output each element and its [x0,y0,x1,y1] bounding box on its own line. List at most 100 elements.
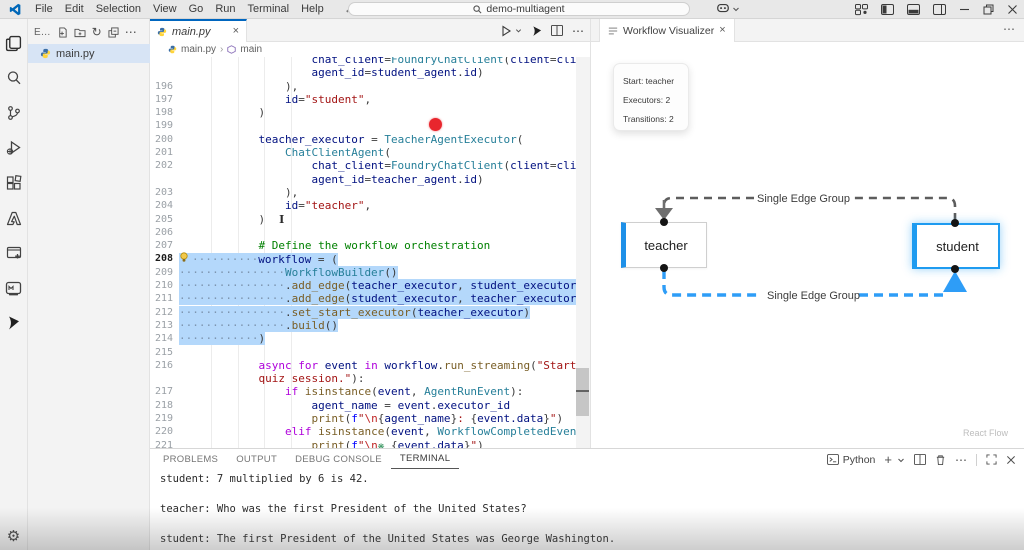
line-number[interactable]: 208 [150,252,179,265]
menu-selection[interactable]: Selection [90,0,147,19]
split-terminal-icon[interactable] [914,454,926,465]
menu-go[interactable]: Go [183,0,210,19]
customize-layout-icon[interactable] [855,4,868,15]
code-line-200[interactable]: 200 teacher_executor = TeacherAgentExecu… [150,133,576,146]
line-number[interactable]: 202 [150,159,179,172]
more-actions-icon[interactable]: ⋯ [125,25,137,39]
code-line-215[interactable]: 215 [150,346,576,359]
code-line-203[interactable]: 203 ), [150,186,576,199]
azure-icon[interactable] [0,204,27,232]
terminal-dropdown-icon[interactable] [897,456,905,464]
edge-label-top[interactable]: Single Edge Group [757,193,850,205]
close-icon[interactable] [1007,4,1018,15]
line-number[interactable]: 206 [150,226,179,239]
new-folder-icon[interactable] [74,27,86,38]
settings-gear-icon[interactable]: ⚙ [0,524,27,548]
line-number[interactable]: 203 [150,186,179,199]
code-line-206[interactable]: 206 [150,226,576,239]
new-file-icon[interactable] [57,27,68,38]
minimize-icon[interactable] [959,4,970,15]
menu-view[interactable]: View [147,0,183,19]
code-line-199[interactable]: 199 [150,119,576,132]
code-line-211[interactable]: 211················.add_edge(student_exe… [150,292,576,305]
restore-icon[interactable] [983,4,994,15]
menu-terminal[interactable]: Terminal [242,0,296,19]
line-number[interactable]: 210 [150,279,179,292]
lightbulb-icon[interactable] [179,252,192,266]
line-number[interactable] [150,66,179,79]
code-line-201[interactable]: 201 ChatClientAgent( [150,146,576,159]
handle-student-bottom[interactable] [951,265,959,273]
code-line-198[interactable]: 198 ) [150,106,576,119]
copilot-chat-icon[interactable] [531,25,542,37]
line-number[interactable] [150,57,179,66]
line-number[interactable]: 217 [150,385,179,398]
code-line-wrap[interactable]: agent_id=student_agent.id) [150,66,576,79]
line-number[interactable]: 204 [150,199,179,212]
code-line-221[interactable]: 221 print(f"\n❋ {event.data}") [150,439,576,448]
code-line-wrap[interactable]: chat_client=FoundryChatClient(client=cli… [150,57,576,66]
line-number[interactable]: 199 [150,119,179,132]
command-center-search[interactable]: demo-multiagent [348,2,690,16]
code-line-219[interactable]: 219 print(f"\n{agent_name}: {event.data}… [150,412,576,425]
menu-edit[interactable]: Edit [59,0,90,19]
new-terminal-icon[interactable]: + [884,452,892,467]
code-line-wrap[interactable]: quiz session."): [150,372,576,385]
line-number[interactable]: 211 [150,292,179,305]
line-number[interactable] [150,372,179,385]
line-number[interactable]: 198 [150,106,179,119]
more-actions-icon[interactable]: ⋯ [572,24,584,38]
extensions-icon[interactable] [0,169,27,197]
code-line-210[interactable]: 210················.add_edge(teacher_exe… [150,279,576,292]
panel-tab-problems[interactable]: PROBLEMS [154,450,227,469]
code-line-205[interactable]: 205 )I [150,213,576,226]
handle-teacher-top[interactable] [660,218,668,226]
terminal-shell-selector[interactable]: Python [827,454,876,466]
code-editor[interactable]: chat_client=FoundryChatClient(client=cli… [150,57,576,448]
copilot-chat-icon[interactable] [0,309,27,337]
code-line-214[interactable]: 214············) [150,332,576,345]
line-number[interactable]: 213 [150,319,179,332]
code-line-202[interactable]: 202 chat_client=FoundryChatClient(client… [150,159,576,172]
code-line-197[interactable]: 197 id="student", [150,93,576,106]
menu-run[interactable]: Run [209,0,241,19]
refresh-icon[interactable]: ↻ [92,25,102,39]
handle-teacher-bottom[interactable] [660,264,668,272]
remote-explorer-icon[interactable] [0,239,27,267]
line-number[interactable]: 207 [150,239,179,252]
maximize-panel-icon[interactable] [986,454,997,465]
line-number[interactable]: 196 [150,80,179,93]
line-number[interactable]: 220 [150,425,179,438]
line-number[interactable]: 200 [150,133,179,146]
tab-main-py[interactable]: main.py × [150,19,247,42]
code-line-220[interactable]: 220 elif isinstance(event, WorkflowCompl… [150,425,576,438]
menu-help[interactable]: Help [295,0,330,19]
menu-file[interactable]: File [29,0,59,19]
code-line-213[interactable]: 213················.build() [150,319,576,332]
breadcrumb-symbol[interactable]: main [240,44,262,55]
more-actions-icon[interactable]: ⋯ [1003,22,1015,36]
line-number[interactable]: 216 [150,359,179,372]
mjml-icon[interactable] [0,274,27,302]
kill-terminal-icon[interactable] [935,454,946,466]
code-line-208[interactable]: 208··········workflow = ( [150,252,576,265]
tab-close-icon[interactable]: × [719,25,725,36]
line-number[interactable] [150,173,179,186]
line-number[interactable]: 221 [150,439,179,448]
line-number[interactable]: 205 [150,213,179,226]
line-number[interactable]: 218 [150,399,179,412]
line-number[interactable]: 201 [150,146,179,159]
tab-workflow-visualizer[interactable]: Workflow Visualizer × [599,19,735,42]
tab-close-icon[interactable]: × [233,26,239,37]
breadcrumb-file[interactable]: main.py [181,44,216,55]
split-editor-icon[interactable] [551,25,563,36]
handle-student-top[interactable] [951,219,959,227]
explorer-icon[interactable] [0,29,27,57]
more-actions-icon[interactable]: ⋯ [955,453,967,467]
run-dropdown-icon[interactable] [515,27,522,34]
run-python-file-icon[interactable] [500,25,512,37]
code-line-196[interactable]: 196 ), [150,80,576,93]
node-student[interactable]: student [912,223,1000,269]
run-and-debug-icon[interactable] [0,134,27,162]
line-number[interactable]: 212 [150,306,179,319]
